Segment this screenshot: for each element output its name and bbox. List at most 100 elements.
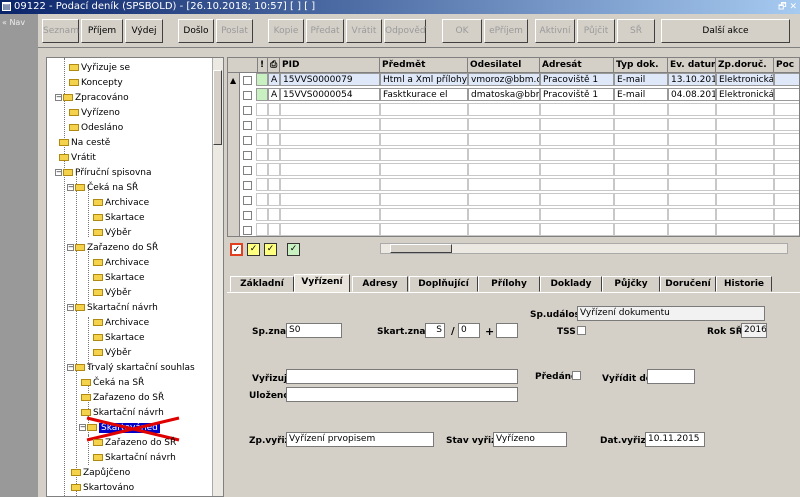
empty-grid-cell[interactable]: [716, 103, 774, 116]
tree-node[interactable]: Vyřizuje se: [69, 61, 130, 75]
empty-grid-cell[interactable]: [668, 208, 716, 221]
empty-grid-cell[interactable]: [540, 133, 614, 146]
row-checkbox[interactable]: [243, 121, 252, 130]
empty-grid-cell[interactable]: [280, 163, 380, 176]
col-header-adresat[interactable]: Adresát: [540, 58, 614, 73]
empty-grid-cell[interactable]: [268, 163, 280, 176]
empty-grid-cell[interactable]: [380, 118, 468, 131]
empty-grid-cell[interactable]: [280, 208, 380, 221]
empty-grid-cell[interactable]: [256, 178, 268, 191]
predano-checkbox[interactable]: [572, 371, 581, 380]
empty-grid-cell[interactable]: [668, 148, 716, 161]
empty-grid-cell[interactable]: [774, 133, 799, 146]
empty-grid-cell[interactable]: [774, 208, 799, 221]
doslo-button[interactable]: Došlo: [178, 19, 214, 43]
empty-grid-cell[interactable]: [668, 133, 716, 146]
poslat-button[interactable]: Poslat: [216, 19, 253, 43]
empty-grid-cell[interactable]: [256, 208, 268, 221]
vratit-button[interactable]: Vrátit: [346, 19, 382, 43]
ulozeno-field[interactable]: [286, 387, 518, 402]
tree-node[interactable]: − Čeká na SŘ: [67, 181, 138, 195]
row-predmet-cell[interactable]: Fasktkurace el: [380, 88, 468, 101]
empty-grid-cell[interactable]: [280, 103, 380, 116]
tree-node[interactable]: − Skartační návrh: [67, 301, 158, 315]
empty-grid-cell[interactable]: [540, 148, 614, 161]
row-checkbox[interactable]: [243, 196, 252, 205]
empty-grid-cell[interactable]: [280, 133, 380, 146]
empty-grid-cell[interactable]: [256, 103, 268, 116]
empty-grid-cell[interactable]: [614, 163, 668, 176]
tree-node[interactable]: Skartováno: [71, 481, 134, 495]
col-header-priority[interactable]: !: [258, 58, 268, 73]
empty-grid-cell[interactable]: [268, 148, 280, 161]
row-checkbox[interactable]: [243, 91, 252, 100]
dalsi-akce-button[interactable]: Další akce: [661, 19, 790, 43]
empty-grid-cell[interactable]: [280, 178, 380, 191]
collapse-toggle-icon[interactable]: −: [67, 304, 74, 311]
odpoved-button[interactable]: Odpověď: [384, 19, 426, 43]
tree-node[interactable]: Výběr: [93, 226, 131, 240]
tree-node[interactable]: − Zařazeno do SŘ: [67, 241, 158, 255]
tree-node[interactable]: Výběr: [93, 346, 131, 360]
empty-grid-cell[interactable]: [280, 148, 380, 161]
ok-button[interactable]: OK: [442, 19, 482, 43]
empty-grid-cell[interactable]: [668, 163, 716, 176]
empty-grid-cell[interactable]: [716, 118, 774, 131]
empty-grid-cell[interactable]: [280, 223, 380, 236]
row-predmet-cell[interactable]: Html a Xml přílohy: [380, 73, 468, 86]
tree-node[interactable]: Skartace: [93, 271, 145, 285]
tab-adresy[interactable]: Adresy: [352, 276, 408, 292]
collapse-toggle-icon[interactable]: −: [55, 169, 62, 176]
empty-grid-cell[interactable]: [468, 193, 540, 206]
empty-grid-cell[interactable]: [380, 103, 468, 116]
collapse-toggle-icon[interactable]: −: [55, 94, 62, 101]
empty-grid-cell[interactable]: [380, 193, 468, 206]
row-odesilatel-cell[interactable]: vmoroz@bbm.cz: [468, 73, 540, 86]
empty-grid-cell[interactable]: [468, 118, 540, 131]
tab-zakladni[interactable]: Základní úd.: [230, 276, 294, 304]
pujcit-button[interactable]: Půjčit: [577, 19, 615, 43]
stav-vyriz-field[interactable]: Vyřízeno: [493, 432, 567, 447]
collapse-toggle-icon[interactable]: −: [67, 364, 74, 371]
row-poc-cell[interactable]: [774, 73, 799, 86]
empty-grid-cell[interactable]: [280, 118, 380, 131]
empty-grid-cell[interactable]: [256, 163, 268, 176]
row-status-cell[interactable]: [256, 88, 268, 101]
empty-grid-cell[interactable]: [256, 118, 268, 131]
empty-grid-cell[interactable]: [668, 178, 716, 191]
empty-grid-cell[interactable]: [614, 133, 668, 146]
kopie-button[interactable]: Kopie: [268, 19, 304, 43]
empty-grid-cell[interactable]: [256, 193, 268, 206]
collapse-toggle-icon[interactable]: −: [67, 244, 74, 251]
empty-grid-cell[interactable]: [540, 163, 614, 176]
empty-grid-cell[interactable]: [268, 118, 280, 131]
row-poc-cell[interactable]: [774, 88, 799, 101]
row-checkbox[interactable]: [243, 211, 252, 220]
tab-vyrizeni[interactable]: Vyřízení: [294, 274, 350, 293]
nav-collapsed-panel[interactable]: « Nav: [0, 14, 38, 497]
empty-grid-cell[interactable]: [614, 208, 668, 221]
empty-grid-cell[interactable]: [614, 103, 668, 116]
collapse-toggle-icon[interactable]: −: [67, 184, 74, 191]
col-header-datum[interactable]: Ev. datum: [668, 58, 716, 73]
vyrizuje-field[interactable]: [286, 369, 518, 384]
empty-grid-cell[interactable]: [540, 208, 614, 221]
empty-grid-cell[interactable]: [716, 178, 774, 191]
col-header-poc[interactable]: Poc: [774, 58, 799, 73]
col-header-typ[interactable]: Typ dok.: [614, 58, 668, 73]
empty-grid-cell[interactable]: [540, 103, 614, 116]
empty-grid-cell[interactable]: [668, 223, 716, 236]
tree-node[interactable]: Čeká na SŘ: [81, 376, 144, 390]
tree-node[interactable]: Skartace: [93, 331, 145, 345]
sp-udalost-field[interactable]: Vyřízení dokumentu: [577, 306, 765, 321]
vyridit-do-field[interactable]: [647, 369, 695, 384]
tree-node[interactable]: Na cestě: [59, 136, 110, 150]
row-checkbox[interactable]: [243, 76, 252, 85]
empty-grid-cell[interactable]: [716, 193, 774, 206]
zp-vyriz-field[interactable]: Vyřízení prvopisem: [286, 432, 434, 447]
row-checkbox[interactable]: [243, 166, 252, 175]
col-header-pid[interactable]: PID: [280, 58, 380, 73]
empty-grid-cell[interactable]: [468, 103, 540, 116]
empty-grid-cell[interactable]: [380, 223, 468, 236]
empty-grid-cell[interactable]: [614, 223, 668, 236]
